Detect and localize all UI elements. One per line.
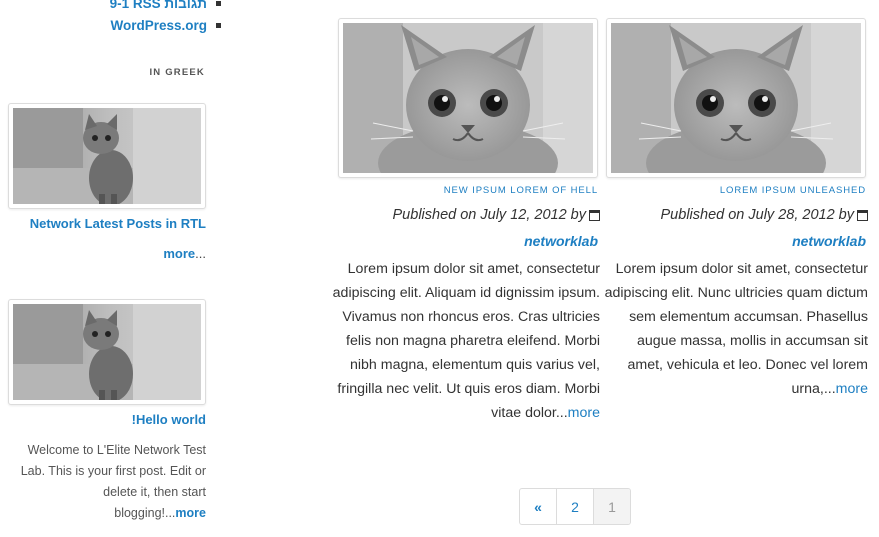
kitten-image [13, 304, 201, 400]
post-thumbnail[interactable] [8, 299, 206, 405]
kitten-image [343, 23, 593, 173]
widget-title: IN GREEK [149, 67, 205, 78]
kitten-image [13, 108, 201, 204]
post-thumbnail[interactable] [8, 103, 206, 209]
list-item: 9-1 RSS תגובות [0, 0, 221, 14]
post-image[interactable] [606, 18, 866, 178]
sidebar-post-title[interactable]: !Hello world [132, 412, 206, 427]
pagination-page-current: 1 [594, 489, 630, 524]
more-link[interactable]: more [568, 405, 600, 421]
kitten-image [611, 23, 861, 173]
sidebar: 9-1 RSS תגובות WordPress.org IN GREEK Ne… [0, 0, 221, 537]
post-image[interactable] [338, 18, 598, 178]
post-meta: Published on July 28, 2012 by [661, 207, 868, 223]
calendar-icon [857, 209, 868, 221]
post-category[interactable]: NEW IPSUM LOREM OF HELL [444, 185, 598, 196]
pagination-prev-button[interactable]: « [520, 489, 557, 524]
post-date-text: Published on July 12, 2012 by [392, 207, 586, 223]
sidebar-post-title[interactable]: Network Latest Posts in RTL [30, 216, 206, 231]
sidebar-more: more... [163, 246, 206, 261]
more-link[interactable]: more [163, 246, 195, 261]
calendar-icon [589, 209, 600, 221]
ellipsis-text: ... [195, 246, 206, 261]
post-date-text: Published on July 28, 2012 by [660, 207, 854, 223]
rss-comments-link[interactable]: 9-1 RSS תגובות [110, 0, 207, 11]
post-author-link[interactable]: networklab [792, 233, 866, 249]
sidebar-post-excerpt: Welcome to L'Elite Network Test Lab. Thi… [14, 440, 206, 524]
more-link[interactable]: more [836, 381, 868, 397]
pagination-page-2[interactable]: 2 [557, 489, 594, 524]
wordpress-org-link[interactable]: WordPress.org [110, 18, 207, 33]
bullet-icon [216, 0, 221, 6]
pagination: « 2 1 [519, 488, 631, 525]
post-excerpt: Lorem ipsum dolor sit amet, consectetur … [332, 257, 600, 425]
more-link[interactable]: more [175, 506, 206, 520]
list-item: WordPress.org [0, 14, 221, 36]
post-author-link[interactable]: networklab [524, 233, 598, 249]
post-meta: Published on July 12, 2012 by [393, 207, 600, 223]
bullet-icon [216, 22, 221, 28]
excerpt-text: Lorem ipsum dolor sit amet, consectetur … [332, 261, 600, 421]
post-excerpt: Lorem ipsum dolor sit amet, consectetur … [600, 257, 868, 401]
sidebar-links: 9-1 RSS תגובות WordPress.org [0, 0, 221, 36]
excerpt-text: Lorem ipsum dolor sit amet, consectetur … [604, 261, 868, 397]
post-category[interactable]: LOREM IPSUM UNLEASHED [720, 185, 866, 196]
